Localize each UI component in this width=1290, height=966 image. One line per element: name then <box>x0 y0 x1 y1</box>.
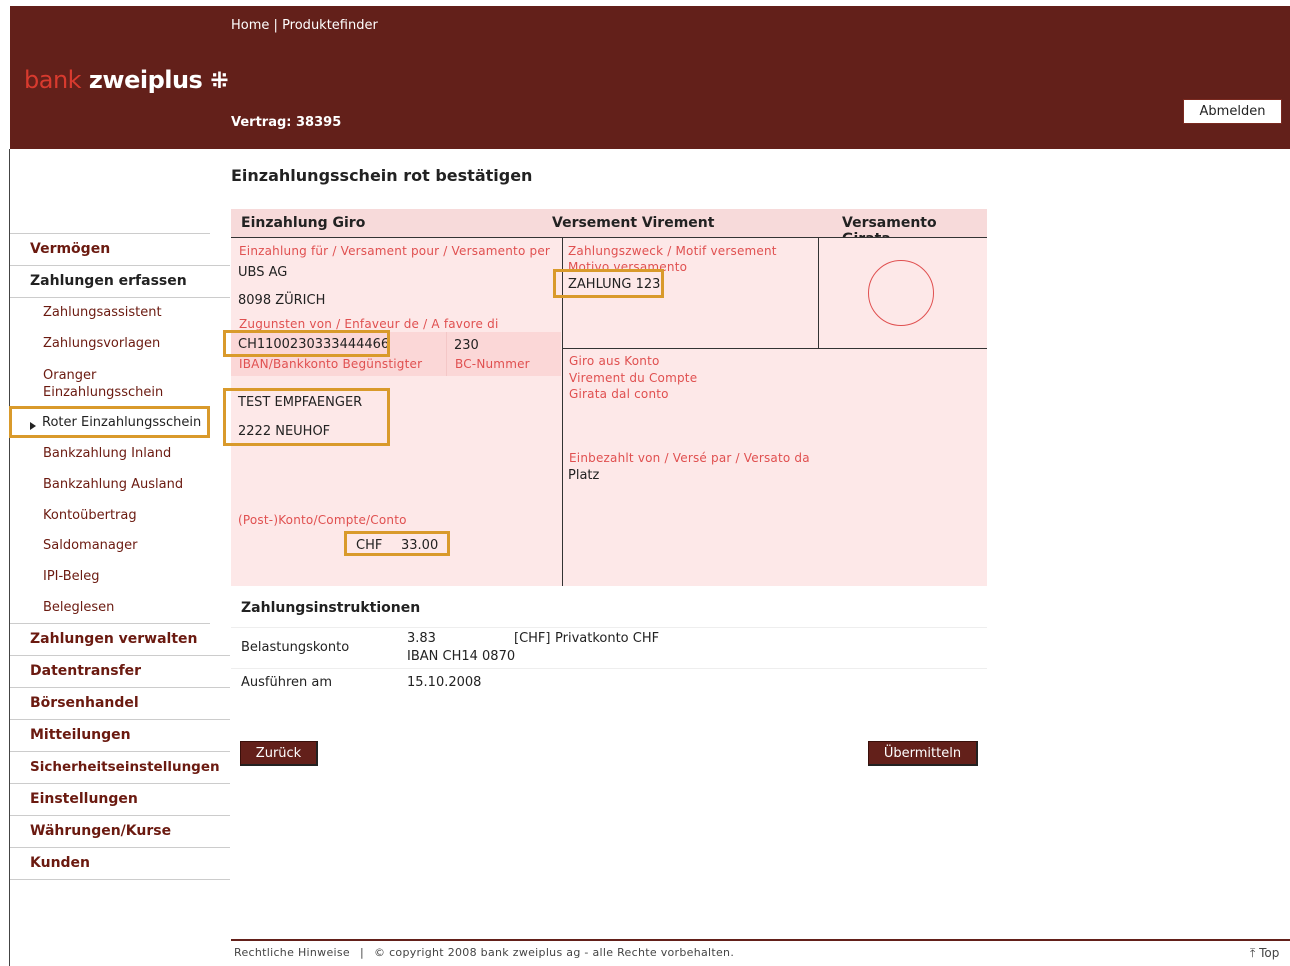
highlight-purpose <box>553 269 664 298</box>
sidebar-item-kunden[interactable]: Kunden <box>10 848 230 880</box>
instructions-title: Zahlungsinstruktionen <box>241 600 421 616</box>
sidebar-item-sicherheitseinstellungen[interactable]: Sicherheitseinstellungen <box>10 752 230 784</box>
sidebar-item-datentransfer[interactable]: Datentransfer <box>10 656 230 688</box>
sidebar-item-vermoegen[interactable]: Vermögen <box>10 234 230 266</box>
sidebar-item-mitteilungen[interactable]: Mitteilungen <box>10 720 230 752</box>
slip-head-giro: Einzahlung Giro <box>241 215 366 231</box>
label-iban: IBAN/Bankkonto Begünstigter <box>239 357 423 371</box>
label-from-account-it: Girata dal conto <box>569 387 669 401</box>
back-button[interactable]: Zurück <box>240 741 318 766</box>
label-purpose: Zahlungszweck / Motif versement <box>568 244 777 258</box>
back-to-top-link[interactable]: ⤒ Top <box>1250 946 1279 961</box>
sidebar-item-zahlungsvorlagen[interactable]: Zahlungsvorlagen <box>10 336 243 358</box>
label-from-account-de: Giro aus Konto <box>569 354 660 368</box>
instructions-divider <box>231 627 987 628</box>
sidebar-item-oranger-einzahlungsschein[interactable]: Oranger Einzahlungsschein <box>10 367 173 401</box>
debit-account-name: Privatkonto CHF <box>555 631 660 646</box>
slip-horizontal-divider <box>562 348 987 349</box>
sidebar-item-zahlungen-erfassen[interactable]: Zahlungen erfassen <box>10 266 230 298</box>
submit-button[interactable]: Übermitteln <box>868 741 978 766</box>
nav-produktefinder-link[interactable]: Produktefinder <box>282 18 378 33</box>
highlight-amount <box>344 531 450 556</box>
footer: Rechtliche Hinweise | © copyright 2008 ban… <box>234 946 734 959</box>
slip-iban-divider <box>446 332 447 376</box>
stamp-circle-icon <box>868 260 934 326</box>
paid-by-value: Platz <box>568 468 600 483</box>
bank-logo[interactable]: bank zweiplus ⁜ <box>24 66 229 94</box>
slip-head-virement: Versement Virement <box>552 215 715 231</box>
legal-link[interactable]: Rechtliche Hinweise <box>234 946 350 959</box>
nav-separator: | <box>273 18 278 33</box>
logout-button[interactable]: Abmelden <box>1183 99 1282 124</box>
label-bc-number: BC-Nummer <box>455 357 530 371</box>
copyright-text: © copyright 2008 bank zweiplus ag - alle… <box>373 946 735 959</box>
debit-account-label: Belastungskonto <box>241 640 350 655</box>
sidebar-item-kontouebertrag[interactable]: Kontoübertrag <box>10 508 243 530</box>
debit-amount: 3.83 <box>407 631 436 646</box>
slip-header: Einzahlung Giro Versement Virement Versa… <box>231 209 987 247</box>
label-in-favor-of: Zugunsten von / Enfaveur de / A favore d… <box>239 317 499 331</box>
nav-home-link[interactable]: Home <box>231 18 269 33</box>
execute-date-value: 15.10.2008 <box>407 675 482 690</box>
execute-date-label: Ausführen am <box>241 675 333 690</box>
bank-name: UBS AG <box>238 265 288 280</box>
logo-plus-icon: ⁜ <box>210 69 229 94</box>
highlight-frame <box>9 406 210 438</box>
logo-bank-text: bank <box>24 66 82 94</box>
sidebar-item-zahlungen-verwalten[interactable]: Zahlungen verwalten <box>10 624 230 656</box>
label-payment-for: Einzahlung für / Versament pour / Versam… <box>239 244 551 258</box>
sidebar-item-bankzahlung-ausland[interactable]: Bankzahlung Ausland <box>10 477 243 499</box>
label-account: (Post-)Konto/Compte/Conto <box>238 513 407 527</box>
debit-currency: [CHF] <box>514 631 551 646</box>
sidebar-item-zahlungsassistent[interactable]: Zahlungsassistent <box>10 305 243 327</box>
top-nav: Home | Produktefinder <box>231 18 378 33</box>
footer-line <box>231 939 1290 941</box>
slip-vertical-divider-right <box>818 238 819 348</box>
footer-separator: | <box>359 946 364 959</box>
sidebar-item-bankzahlung-inland[interactable]: Bankzahlung Inland <box>10 446 243 468</box>
label-from-account-fr: Virement du Compte <box>569 371 698 385</box>
debit-iban: IBAN CH14 0870 <box>407 649 516 664</box>
bank-city: 8098 ZÜRICH <box>238 293 326 308</box>
sidebar-item-einstellungen[interactable]: Einstellungen <box>10 784 230 816</box>
sidebar-item-beleglesen[interactable]: Beleglesen <box>10 600 243 622</box>
highlight-recipient <box>223 388 390 446</box>
sidebar-item-saldomanager[interactable]: Saldomanager <box>10 538 243 560</box>
label-paid-by: Einbezahlt von / Versé par / Versato da <box>569 451 810 465</box>
instructions-divider-2 <box>231 668 987 669</box>
sidebar-item-boersenhandel[interactable]: Börsenhandel <box>10 688 230 720</box>
sidebar-item-waehrungen-kurse[interactable]: Währungen/Kurse <box>10 816 230 848</box>
sidebar-top-divider <box>10 233 210 234</box>
bc-number-value: 230 <box>454 338 479 353</box>
contract-number: Vertrag: 38395 <box>231 115 342 130</box>
highlight-iban <box>223 330 390 357</box>
logo-name-text: zweiplus <box>88 66 203 94</box>
sidebar-item-ipi-beleg[interactable]: IPI-Beleg <box>10 569 243 591</box>
page-title: Einzahlungsschein rot bestätigen <box>231 166 533 185</box>
